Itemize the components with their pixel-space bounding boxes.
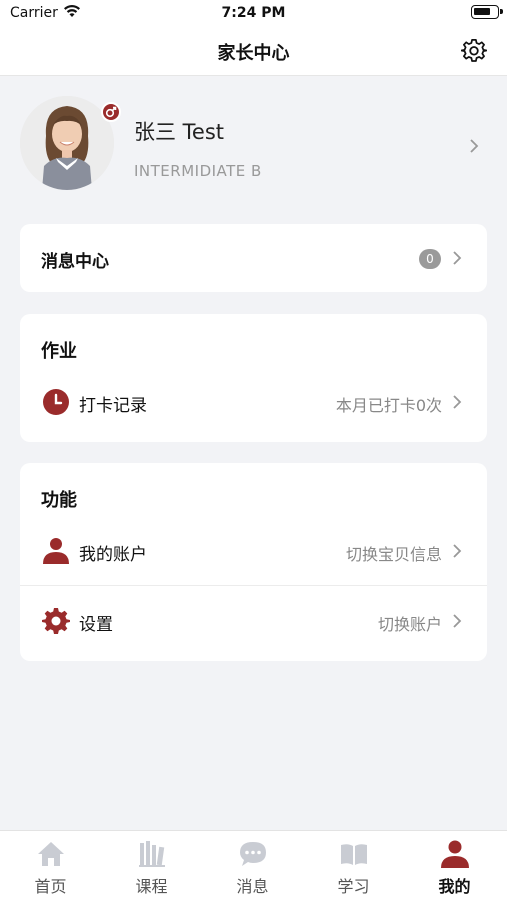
message-center-label: 消息中心 [41,252,109,272]
tab-courses[interactable]: 课程 [101,831,202,900]
clock-icon [43,389,69,415]
home-icon [38,842,64,866]
tab-messages-label: 消息 [236,877,269,896]
message-count-badge: 0 [419,249,441,269]
settings-value: 切换账户 [377,615,442,634]
settings-label: 设置 [79,615,113,635]
bottom-tab-bar: 首页 课程 消息 学习 我的 [0,830,507,900]
chevron-right-icon [470,139,479,153]
chevron-right-icon [453,395,462,409]
chevron-right-icon [453,544,462,558]
battery-icon [471,5,503,19]
checkin-record-row[interactable]: 打卡记录 本月已打卡0次 [20,380,487,424]
functions-section-title: 功能 [41,490,77,511]
my-account-label: 我的账户 [79,545,147,565]
person-icon [43,538,69,564]
tab-home-label: 首页 [34,877,67,896]
chevron-right-icon [453,614,462,628]
functions-card: 功能 我的账户 切换宝贝信息 设置 切换账户 [20,463,487,661]
page-title: 家长中心 [217,43,290,64]
checkin-record-value: 本月已打卡0次 [335,396,442,415]
tab-study[interactable]: 学习 [303,831,404,900]
status-bar: Carrier 7:24 PM [0,0,507,26]
checkin-record-label: 打卡记录 [79,396,147,416]
male-icon [101,102,121,122]
clock-time: 7:24 PM [221,5,286,21]
child-name: 张三 Test [134,120,225,144]
gear-icon [42,608,70,634]
profile-header[interactable]: 张三 Test INTERMIDIATE B [20,96,487,192]
open-book-icon [341,844,367,865]
child-level: INTERMIDIATE B [134,162,262,180]
chat-bubble-icon [240,842,266,866]
chevron-right-icon [453,251,462,265]
avatar [20,96,114,190]
my-account-row[interactable]: 我的账户 切换宝贝信息 [20,529,487,573]
tab-study-label: 学习 [337,877,370,896]
tab-mine-label: 我的 [438,877,471,896]
tab-messages[interactable]: 消息 [202,831,303,900]
books-icon [139,841,165,867]
homework-section-title: 作业 [41,341,77,362]
tab-courses-label: 课程 [135,877,168,896]
tab-mine[interactable]: 我的 [404,831,505,900]
message-center-row[interactable]: 消息中心 0 [20,224,487,292]
avatar-container [20,96,121,190]
my-account-value: 切换宝贝信息 [345,545,442,564]
settings-row[interactable]: 设置 切换账户 [20,599,487,643]
navigation-bar: 家长中心 [0,26,507,76]
row-divider [20,585,487,586]
child-portrait-image [20,96,114,190]
tab-home[interactable]: 首页 [0,831,101,900]
homework-card: 作业 打卡记录 本月已打卡0次 [20,314,487,442]
person-icon [441,840,469,868]
gear-icon[interactable] [461,38,487,64]
